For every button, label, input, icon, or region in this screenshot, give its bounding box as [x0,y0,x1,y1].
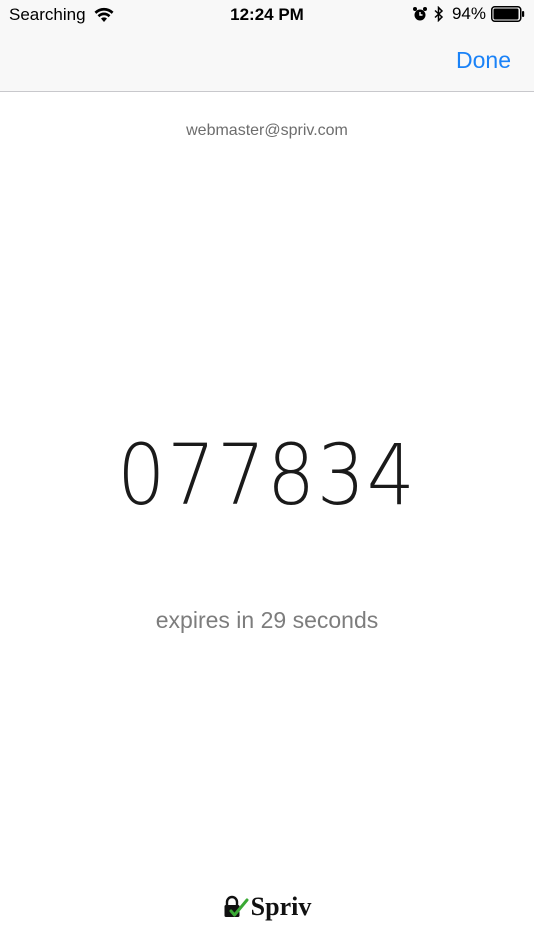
expiry-countdown: expires in 29 seconds [155,607,379,633]
navigation-bar: Done [0,30,534,92]
brand-name: Spriv [250,892,312,921]
brand-logo: Spriv [0,892,534,922]
otp-code: 077834 [117,426,417,524]
status-bar: Searching 12:24 PM 94% [0,0,534,30]
account-email: webmaster@spriv.com [186,122,348,139]
battery-percent: 94% [451,4,486,23]
status-indicators: 94% [412,4,525,24]
lock-check-icon [224,895,249,917]
bluetooth-icon [434,6,444,22]
alarm-icon [412,7,427,21]
done-button[interactable]: Done [456,47,511,74]
battery-icon [491,6,525,22]
